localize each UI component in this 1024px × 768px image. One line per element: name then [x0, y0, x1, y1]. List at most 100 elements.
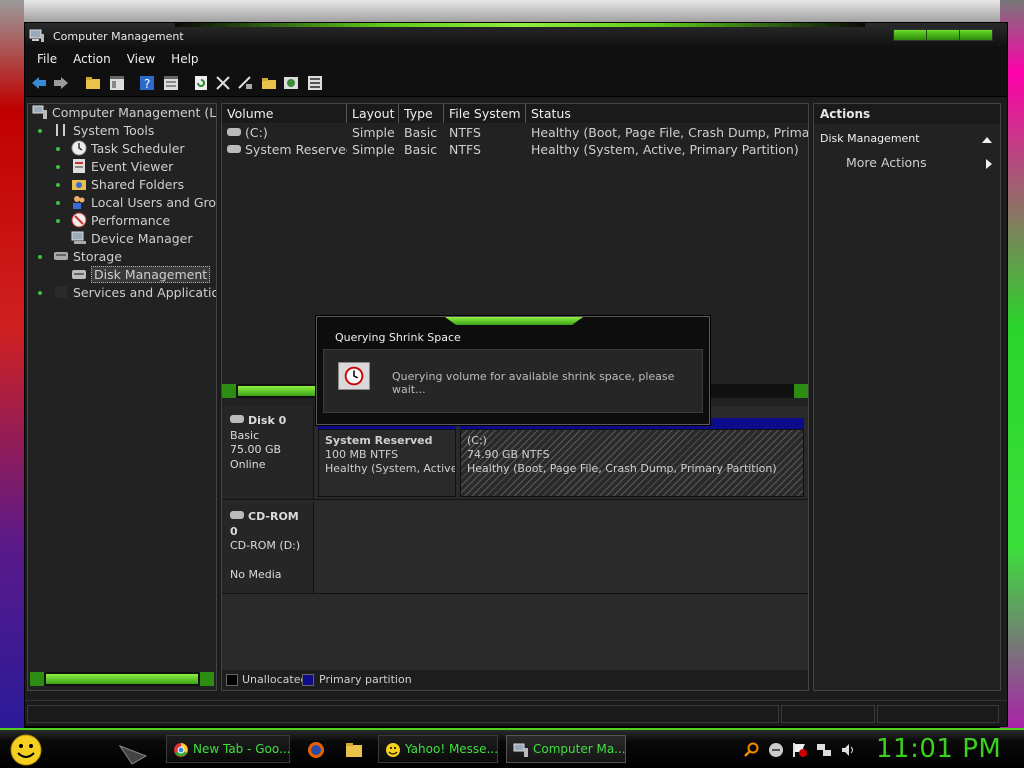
network-icon[interactable]: [816, 742, 832, 758]
tree-item-disk-management[interactable]: Disk Management: [56, 266, 211, 284]
disk-0-info[interactable]: Disk 0 Basic 75.00 GB Online: [222, 406, 314, 499]
back-arrow-icon[interactable]: [31, 75, 47, 91]
expand-bullet[interactable]: [38, 129, 42, 133]
tree-item-services-applications[interactable]: Services and Applications: [38, 284, 216, 302]
column-layout[interactable]: Layout: [347, 104, 399, 123]
taskbar-button-chrome[interactable]: New Tab - Goo...: [166, 735, 290, 763]
taskbar-button-computer-management[interactable]: Computer Ma...: [506, 735, 626, 763]
volume-row[interactable]: System Reserved Simple Basic NTFS Health…: [222, 141, 808, 158]
expand-bullet[interactable]: [56, 183, 60, 187]
taskbar-button-yahoo-messenger[interactable]: Yahoo! Messe...: [378, 735, 498, 763]
settings-icon[interactable]: [307, 75, 323, 91]
cdrom-0-row[interactable]: CD-ROM 0 CD-ROM (D:) No Media: [222, 502, 808, 594]
fs-cell: NTFS: [449, 125, 481, 140]
cdrom-0-info[interactable]: CD-ROM 0 CD-ROM (D:) No Media: [222, 502, 314, 593]
folder-icon[interactable]: [344, 740, 364, 760]
actions-pane: Actions Disk Management More Actions: [813, 103, 1001, 691]
menu-view[interactable]: View: [119, 49, 163, 69]
svg-text:?: ?: [144, 77, 150, 91]
connect-icon[interactable]: [237, 75, 253, 91]
scroll-thumb[interactable]: [238, 386, 318, 396]
partition-c-drive[interactable]: (C:) 74.90 GB NTFS Healthy (Boot, Page F…: [460, 429, 804, 497]
expand-bullet[interactable]: [38, 255, 42, 259]
forward-arrow-icon[interactable]: [53, 75, 69, 91]
partition-system-reserved[interactable]: System Reserved 100 MB NTFS Healthy (Sys…: [318, 429, 456, 497]
computer-management-icon: [29, 29, 44, 42]
expand-bullet[interactable]: [56, 165, 60, 169]
column-file-system[interactable]: File System: [444, 104, 526, 123]
scroll-thumb[interactable]: [46, 674, 198, 684]
collapse-up-icon[interactable]: [982, 137, 992, 143]
actions-section-disk-management[interactable]: Disk Management: [814, 128, 1000, 148]
expand-bullet[interactable]: [56, 147, 60, 151]
delete-icon[interactable]: [215, 75, 231, 91]
legend-swatch-primary: [302, 674, 314, 686]
clock-icon: [71, 140, 87, 156]
scroll-left-button[interactable]: [222, 384, 236, 398]
partition-size: 74.90 GB NTFS: [467, 448, 550, 461]
refresh-icon[interactable]: [193, 75, 209, 91]
quick-launch-arrow-icon[interactable]: [118, 744, 148, 766]
tree-horizontal-scrollbar[interactable]: [30, 672, 214, 686]
help-icon[interactable]: ?: [139, 75, 155, 91]
menu-file[interactable]: File: [29, 49, 65, 69]
tree-item-event-viewer[interactable]: Event Viewer: [56, 158, 173, 176]
cdrom-state: No Media: [230, 567, 282, 581]
tree-label: Shared Folders: [91, 177, 185, 192]
status-cell: Healthy (System, Active, Primary Partiti…: [531, 142, 799, 157]
search-icon[interactable]: [744, 742, 760, 758]
disk-management-icon: [72, 270, 86, 279]
storage-icon: [54, 252, 68, 260]
minimize-button[interactable]: [894, 30, 927, 40]
tree-item-performance[interactable]: Performance: [56, 212, 170, 230]
tree-item-storage[interactable]: Storage: [38, 248, 122, 266]
more-actions-item[interactable]: More Actions: [814, 154, 1000, 174]
tree-item-device-manager[interactable]: Device Manager: [56, 230, 193, 248]
menu-action[interactable]: Action: [65, 49, 119, 69]
dialog-message: Querying volume for available shrink spa…: [392, 370, 675, 396]
column-type[interactable]: Type: [399, 104, 444, 123]
maximize-button[interactable]: [927, 30, 960, 40]
window-controls: [893, 29, 993, 41]
properties-icon[interactable]: [163, 75, 179, 91]
tree-item-task-scheduler[interactable]: Task Scheduler: [56, 140, 185, 158]
column-status[interactable]: Status: [526, 104, 808, 123]
check-icon[interactable]: [283, 75, 299, 91]
action-center-flag-icon[interactable]: [792, 742, 808, 758]
tree-item-shared-folders[interactable]: Shared Folders: [56, 176, 184, 194]
taskbar-clock[interactable]: 11:01 PM: [876, 734, 1001, 764]
console-tree: Computer Management (Loc System Tools Ta…: [27, 103, 217, 691]
scroll-right-button[interactable]: [794, 384, 808, 398]
more-actions-label: More Actions: [846, 155, 927, 170]
folder-up-icon[interactable]: [85, 75, 101, 91]
show-hide-tree-icon[interactable]: [109, 75, 125, 91]
title-bar[interactable]: Computer Management: [25, 23, 1007, 49]
scroll-left-button[interactable]: [30, 672, 44, 686]
disk-type: Basic: [230, 428, 260, 442]
actions-section-label: Disk Management: [820, 132, 920, 145]
expand-bullet[interactable]: [38, 291, 42, 295]
tree-item-computer-management[interactable]: Computer Management (Loc: [32, 104, 216, 122]
legend-swatch-unallocated: [226, 674, 238, 686]
tree-item-system-tools[interactable]: System Tools: [38, 122, 154, 140]
close-button[interactable]: [960, 30, 992, 40]
tree-item-local-users[interactable]: Local Users and Grou: [56, 194, 216, 212]
open-icon[interactable]: [261, 75, 277, 91]
chevron-right-icon: [986, 159, 992, 169]
disk-state: Online: [230, 457, 266, 471]
users-icon: [73, 196, 85, 209]
expand-bullet[interactable]: [56, 201, 60, 205]
dialog-title: Querying Shrink Space: [335, 331, 461, 344]
firefox-icon[interactable]: [306, 740, 326, 760]
menu-help[interactable]: Help: [163, 49, 206, 69]
start-button-smiley-icon[interactable]: [8, 733, 44, 767]
expand-bullet[interactable]: [56, 219, 60, 223]
volume-speaker-icon[interactable]: [840, 742, 856, 758]
scroll-right-button[interactable]: [200, 672, 214, 686]
column-volume[interactable]: Volume: [222, 104, 347, 123]
disk-name: Disk 0: [248, 414, 287, 427]
volume-row[interactable]: (C:) Simple Basic NTFS Healthy (Boot, Pa…: [222, 124, 808, 141]
desktop-wallpaper-left: [0, 0, 24, 728]
messenger-status-icon[interactable]: [768, 742, 784, 758]
